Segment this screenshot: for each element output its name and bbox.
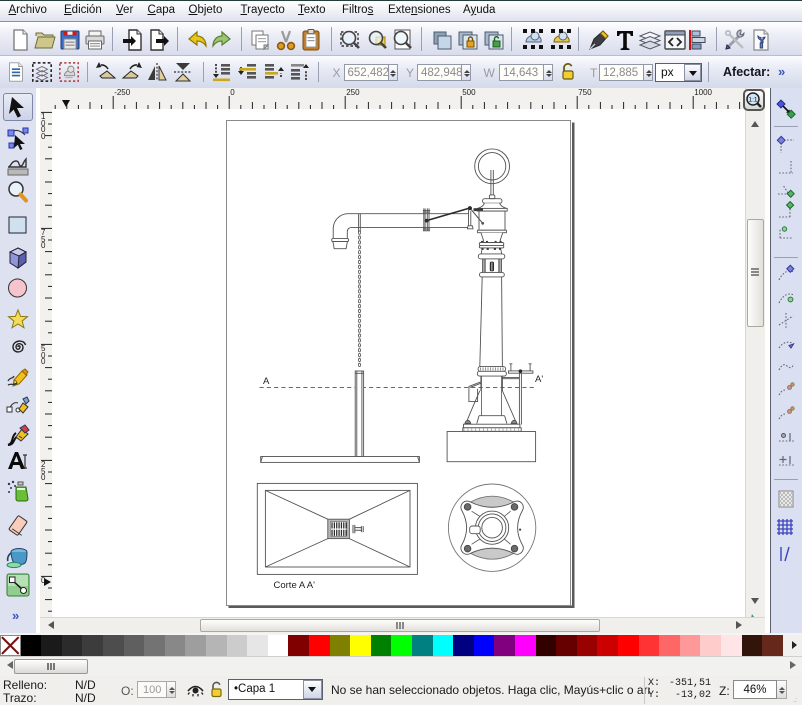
svg-text:Corte A A': Corte A A' (274, 580, 316, 591)
svg-text:A': A' (535, 374, 543, 385)
svg-text:A: A (263, 376, 270, 387)
svg-text:1:1: 1:1 (748, 97, 757, 104)
